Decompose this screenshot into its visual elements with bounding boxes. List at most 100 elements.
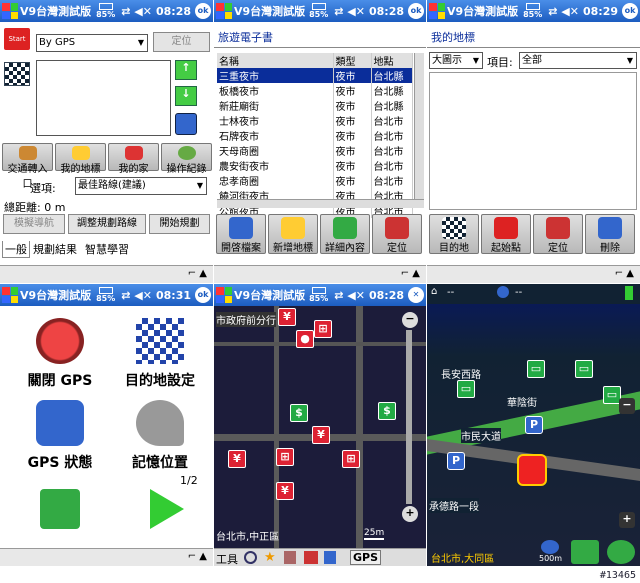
table-row[interactable]: 三重夜市 夜市 台北縣: [217, 68, 413, 83]
keyboard-bar[interactable]: ⌐ ▲: [0, 548, 213, 566]
zoom-slider[interactable]: [406, 330, 412, 504]
tab-smart[interactable]: 智慧學習: [82, 241, 132, 258]
zoom-in-button[interactable]: +: [402, 506, 418, 522]
vertical-scrollbar[interactable]: [414, 53, 424, 199]
connectivity-icons[interactable]: ⇄ ◀✕: [548, 5, 579, 18]
keyboard-icon[interactable]: ⌐ ▲: [188, 551, 207, 562]
table-row[interactable]: 新莊廟街 夜市 台北縣: [217, 98, 413, 113]
car-park-icon[interactable]: ▭: [527, 360, 545, 378]
adjust-route-button[interactable]: 調整規劃路線: [68, 214, 146, 234]
route-option-select[interactable]: 最佳路線(建議) ▼: [75, 177, 207, 195]
search-icon[interactable]: [244, 551, 257, 564]
landmark-list[interactable]: [429, 72, 637, 210]
bank-icon[interactable]: $: [290, 404, 308, 422]
tools-label[interactable]: 工具: [216, 551, 238, 566]
ok-button[interactable]: ok: [622, 3, 638, 19]
windows-start-icon[interactable]: [216, 287, 232, 303]
add-landmark-button[interactable]: 新增地標: [268, 214, 318, 254]
clock[interactable]: 08:28: [369, 5, 404, 18]
clock[interactable]: 08:28: [156, 5, 191, 18]
table-row[interactable]: 石牌夜市 夜市 台北市: [217, 128, 413, 143]
connectivity-icons[interactable]: ⇄ ◀✕: [121, 5, 152, 18]
table-row[interactable]: 士林夜市 夜市 台北市: [217, 113, 413, 128]
horizontal-scrollbar[interactable]: [217, 199, 424, 208]
tab-results[interactable]: 規劃結果: [30, 241, 80, 258]
map-view[interactable]: 長安西路 華陰街 市民大道 承德路一段 P P ▭ ▭ ▭ ▭ − + 台北市,…: [427, 304, 640, 566]
column-header[interactable]: 名稱: [217, 53, 334, 68]
waypoint-list[interactable]: [36, 60, 171, 136]
star-icon[interactable]: ★: [264, 550, 276, 565]
locate-button[interactable]: 定位: [372, 214, 422, 254]
home-icon[interactable]: ⌂: [431, 286, 437, 297]
gps-button[interactable]: GPS: [350, 550, 382, 565]
windows-start-icon[interactable]: [429, 3, 445, 19]
table-row[interactable]: 農安街夜市 夜市 台北市: [217, 158, 413, 173]
start-point-button[interactable]: 起始點: [481, 214, 531, 254]
close-icon[interactable]: ✕: [408, 287, 424, 303]
connectivity-icons[interactable]: ⇄ ◀✕: [334, 5, 365, 18]
keyboard-bar[interactable]: ⌐ ▲: [214, 265, 426, 283]
delete-waypoint-button[interactable]: [175, 113, 197, 135]
table-row[interactable]: 忠孝商圈 夜市 台北市: [217, 173, 413, 188]
clock[interactable]: 08:31: [156, 289, 191, 302]
traffic-entry-button[interactable]: 交通轉入口: [2, 143, 53, 190]
my-home-button[interactable]: 我的家: [108, 143, 159, 175]
restaurant-icon[interactable]: ¥: [278, 308, 296, 326]
keyboard-icon[interactable]: ⌐ ▲: [401, 268, 420, 279]
compass-icon[interactable]: [541, 540, 559, 554]
restaurant-icon[interactable]: ¥: [312, 426, 330, 444]
zoom-out-button[interactable]: −: [619, 398, 635, 414]
restaurant-icon[interactable]: ⊞: [342, 450, 360, 468]
my-landmarks-button[interactable]: 我的地標: [55, 143, 106, 175]
book-icon[interactable]: [284, 551, 296, 564]
close-gps-tile[interactable]: 關閉 GPS: [10, 318, 110, 389]
map-view[interactable]: 市政府前分行 ¥ ● ⊞ $ $ ¥ ¥ ⊞ ⊞ ¥ − + 台北市,中正區 2…: [214, 306, 426, 548]
table-row[interactable]: 板橋夜市 夜市 台北縣: [217, 83, 413, 98]
locate-button[interactable]: 定位: [533, 214, 583, 254]
column-header[interactable]: 地點: [371, 53, 413, 68]
open-file-button[interactable]: 開啓檔案: [216, 214, 266, 254]
ok-button[interactable]: ok: [408, 3, 424, 19]
windows-start-icon[interactable]: [2, 3, 18, 19]
ok-button[interactable]: ok: [195, 3, 211, 19]
destination-tile[interactable]: 目的地設定: [110, 318, 210, 389]
cursor-icon[interactable]: [324, 551, 336, 564]
memory-location-tile[interactable]: 記憶位置: [110, 400, 210, 471]
car-icon[interactable]: [304, 551, 318, 564]
zoom-out-button[interactable]: −: [402, 312, 418, 328]
connectivity-icons[interactable]: ⇄ ◀✕: [121, 289, 152, 302]
parking-icon[interactable]: P: [525, 416, 543, 434]
restaurant-icon[interactable]: ⊞: [314, 320, 332, 338]
clock[interactable]: 08:29: [583, 5, 618, 18]
destination-button[interactable]: 目的地: [429, 214, 479, 254]
tab-general[interactable]: 一般: [2, 241, 30, 258]
item-filter-select[interactable]: 全部 ▼: [519, 52, 637, 69]
table-row[interactable]: 天母商圈 夜市 台北市: [217, 143, 413, 158]
keyboard-icon[interactable]: ⌐ ▲: [188, 268, 207, 279]
move-down-button[interactable]: ↓: [175, 86, 197, 106]
restaurant-icon[interactable]: ¥: [228, 450, 246, 468]
restaurant-icon[interactable]: ●: [296, 330, 314, 348]
restaurant-icon[interactable]: ¥: [276, 482, 294, 500]
windows-start-icon[interactable]: [216, 3, 232, 19]
clock[interactable]: 08:28: [369, 289, 404, 302]
start-planning-button[interactable]: 開始規劃: [149, 214, 210, 234]
windows-start-icon[interactable]: [2, 287, 18, 303]
keyboard-icon[interactable]: ⌐ ▲: [615, 268, 634, 279]
ok-button[interactable]: ok: [195, 287, 211, 303]
exit-icon[interactable]: [571, 540, 599, 564]
simulate-button[interactable]: 模擬導航: [3, 214, 65, 234]
restaurant-icon[interactable]: ⊞: [276, 448, 294, 466]
history-button[interactable]: 操作紀錄: [161, 143, 212, 175]
keyboard-bar[interactable]: ⌐ ▲: [427, 265, 640, 283]
details-button[interactable]: 詳細內容: [320, 214, 370, 254]
next-page-icon[interactable]: [150, 489, 184, 529]
parking-icon[interactable]: P: [447, 452, 465, 470]
move-up-button[interactable]: ↑: [175, 60, 197, 80]
poi-table[interactable]: 名稱 類型 地點 三重夜市 夜市 台北縣 板橋夜市 夜市 台北縣 新莊廟街 夜市 台北縣 士…: [217, 53, 413, 218]
gps-status-tile[interactable]: GPS 狀態: [10, 400, 110, 471]
zoom-in-button[interactable]: +: [619, 512, 635, 528]
exit-icon[interactable]: [40, 489, 80, 529]
gps-source-select[interactable]: By GPS ▼: [36, 34, 148, 52]
refresh-icon[interactable]: [607, 540, 635, 564]
